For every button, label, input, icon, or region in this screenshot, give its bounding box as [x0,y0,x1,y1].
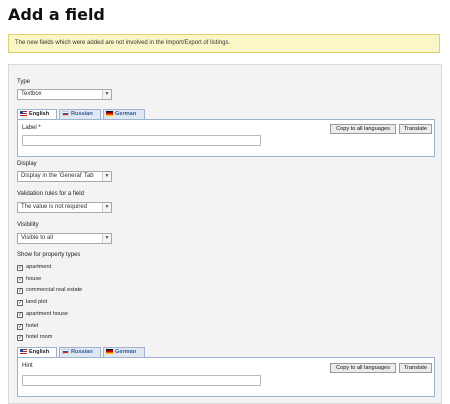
us-flag-icon [20,111,27,116]
label-field-label: Label * [22,125,41,131]
checkbox-commercial-real-estate[interactable]: ✓ commercial real estate [17,287,82,295]
label-input[interactable] [22,135,261,146]
checkbox-checked-icon[interactable]: ✓ [17,312,23,318]
visibility-label: Visibility [17,222,39,228]
checkbox-checked-icon[interactable]: ✓ [17,288,23,294]
hint-field-label: Hint [22,363,33,369]
chevron-down-icon: ▼ [102,172,111,181]
checkbox-hotel-room[interactable]: ✓ hotel room [17,334,52,342]
display-select-value: Display in the 'General' Tab [21,173,94,179]
display-label: Display [17,161,37,167]
chevron-down-icon: ▼ [102,234,111,243]
notice-banner: The new fields which were added are not … [8,34,440,53]
display-select[interactable]: Display in the 'General' Tab ▼ [17,171,112,182]
checkbox-checked-icon[interactable]: ✓ [17,324,23,330]
checkbox-land-plot[interactable]: ✓ land plot [17,299,47,307]
russia-flag-icon [62,111,69,116]
russia-flag-icon [62,349,69,354]
visibility-select-value: Visible to all [21,235,53,241]
hint-tab-panel: Hint Copy to all languages Translate [17,357,435,397]
visibility-select[interactable]: Visible to all ▼ [17,233,112,244]
validation-select[interactable]: The value is not required ▼ [17,202,112,213]
type-select-value: Textbox [21,91,42,97]
checkbox-apartment-house[interactable]: ✓ apartment house [17,311,68,319]
hint-input[interactable] [22,375,261,386]
tab-german[interactable]: German [103,347,145,357]
chevron-down-icon: ▼ [102,203,111,212]
notice-text: The new fields which were added are not … [15,40,231,46]
checkbox-hotel[interactable]: ✓ hotel [17,323,38,331]
property-types-label: Show for property types [17,252,81,258]
add-field-form: Type Textbox ▼ English Russian German La… [8,64,442,404]
checkbox-house[interactable]: ✓ house [17,276,41,284]
tab-russian[interactable]: Russian [59,109,101,119]
copy-to-all-languages-button[interactable]: Copy to all languages [330,124,396,134]
validation-label: Validation rules for a field [17,191,84,197]
checkbox-checked-icon[interactable]: ✓ [17,277,23,283]
germany-flag-icon [106,111,113,116]
label-tab-panel: Label * Copy to all languages Translate [17,119,435,157]
tab-russian[interactable]: Russian [59,347,101,357]
hint-copy-to-all-languages-button[interactable]: Copy to all languages [330,363,396,373]
translate-button[interactable]: Translate [399,124,432,134]
type-select[interactable]: Textbox ▼ [17,89,112,100]
page-title: Add a field [8,5,105,24]
type-label: Type [17,79,31,85]
chevron-down-icon: ▼ [102,90,111,99]
checkbox-checked-icon[interactable]: ✓ [17,335,23,341]
validation-select-value: The value is not required [21,204,88,210]
germany-flag-icon [106,349,113,354]
tab-german[interactable]: German [103,109,145,119]
checkbox-apartment[interactable]: ✓ apartment [17,264,51,272]
checkbox-checked-icon[interactable]: ✓ [17,300,23,306]
us-flag-icon [20,349,27,354]
hint-translate-button[interactable]: Translate [399,363,432,373]
checkbox-checked-icon[interactable]: ✓ [17,265,23,271]
